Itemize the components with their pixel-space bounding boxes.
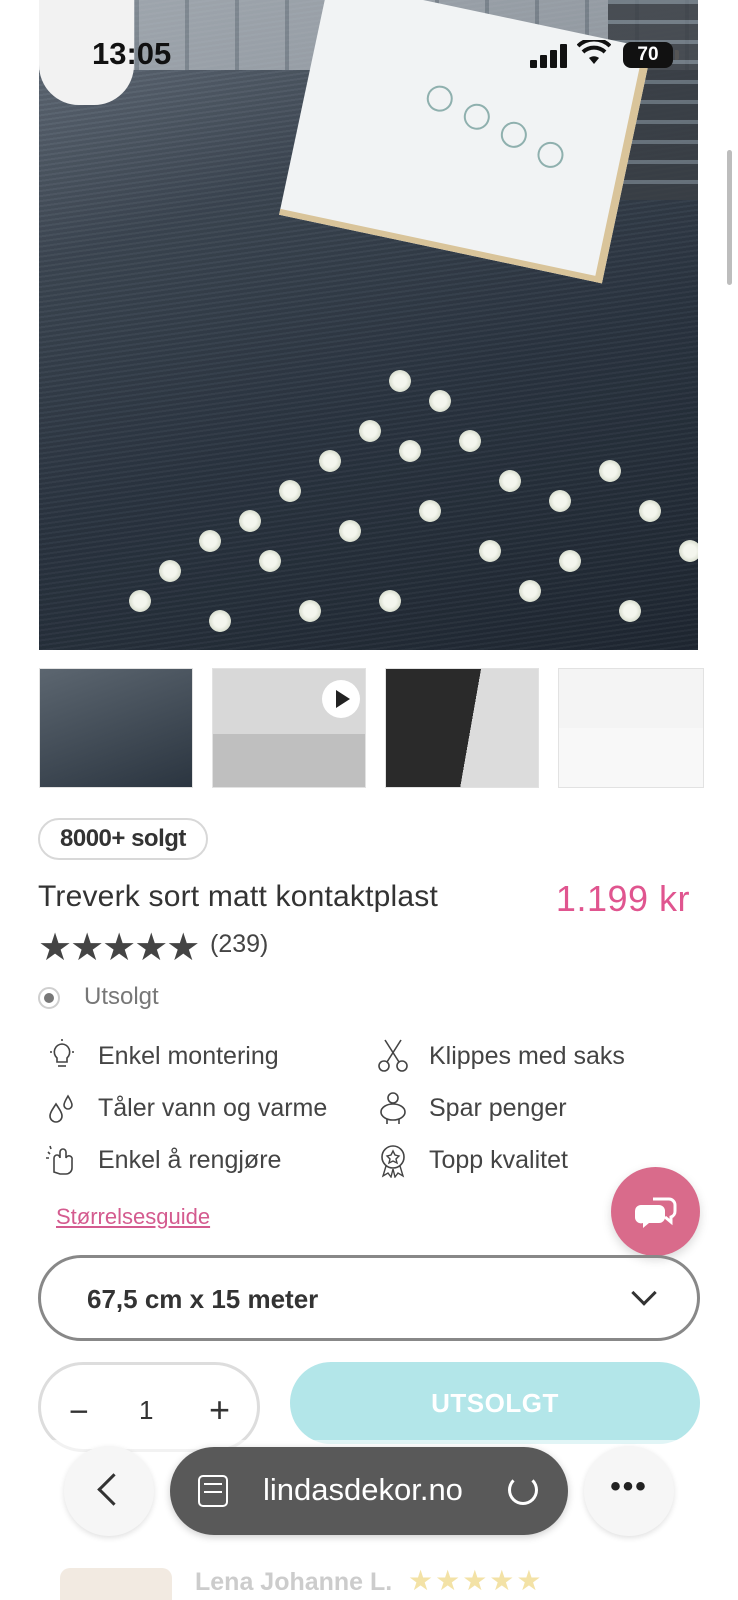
browser-url-bar[interactable]: lindasdekor.no [170, 1447, 568, 1535]
sold-out-button[interactable]: UTSOLGT [290, 1362, 700, 1444]
lightbulb-icon [50, 1039, 74, 1067]
size-guide-link[interactable]: Størrelsesguide [56, 1204, 210, 1230]
status-bar: 13:05 70 [0, 0, 738, 110]
battery-icon: 70 [623, 42, 679, 68]
thumbnail-1[interactable] [39, 668, 193, 788]
thumbnail-4[interactable] [558, 668, 704, 788]
cleaning-hand-icon [46, 1145, 73, 1175]
sold-count-badge: 8000+ solgt [38, 818, 208, 860]
chat-bubbles-icon [634, 1197, 677, 1228]
feature-item: Enkel å rengjøre [44, 1140, 281, 1180]
stock-status: Utsolgt [84, 983, 159, 1010]
status-time: 13:05 [92, 36, 172, 71]
size-select[interactable]: 67,5 cm x 15 meter [38, 1255, 700, 1341]
reviewer-avatar [60, 1568, 172, 1600]
scrollbar[interactable] [727, 150, 732, 285]
browser-back-button[interactable] [64, 1446, 154, 1536]
thumbnail-strip [39, 668, 738, 788]
page-menu-icon[interactable] [198, 1475, 228, 1507]
feature-item: Tåler vann og varme [44, 1088, 327, 1128]
chat-button[interactable] [611, 1167, 700, 1256]
feature-item: Topp kvalitet [375, 1140, 568, 1180]
quality-badge-icon [381, 1145, 405, 1178]
chevron-down-icon [631, 1280, 657, 1306]
feature-label: Topp kvalitet [429, 1145, 568, 1174]
feature-item: Enkel montering [44, 1036, 279, 1076]
size-select-value: 67,5 cm x 15 meter [87, 1284, 319, 1314]
reload-icon[interactable] [508, 1475, 538, 1505]
wifi-icon [577, 40, 611, 64]
more-options-button[interactable]: ••• [584, 1446, 674, 1536]
quantity-stepper: − 1 + [38, 1362, 260, 1452]
stock-status-indicator-icon [38, 987, 60, 1009]
reviewer-rating-stars: ★★★★★ [408, 1565, 544, 1596]
play-icon [322, 680, 360, 718]
feature-label: Klippes med saks [429, 1041, 625, 1070]
thumbnail-2-video[interactable] [212, 668, 366, 788]
cellular-signal-icon [530, 44, 570, 68]
water-drops-icon [49, 1094, 73, 1123]
piggy-bank-icon [380, 1092, 406, 1124]
feature-label: Enkel montering [98, 1041, 279, 1070]
feature-item: Spar penger [375, 1088, 567, 1128]
url-text: lindasdekor.no [263, 1472, 463, 1507]
quantity-value[interactable]: 1 [139, 1395, 153, 1426]
quantity-increase-button[interactable]: + [209, 1389, 230, 1431]
quantity-decrease-button[interactable]: − [69, 1393, 89, 1432]
rating-stars[interactable]: ★★★★★ [38, 925, 200, 970]
product-price: 1.199 kr [555, 878, 690, 919]
feature-label: Tåler vann og varme [98, 1093, 328, 1122]
scissors-icon [378, 1039, 408, 1072]
feature-label: Enkel å rengjøre [98, 1145, 282, 1174]
feature-item: Klippes med saks [375, 1036, 625, 1076]
product-title: Treverk sort matt kontaktplast [38, 880, 439, 913]
review-count[interactable]: (239) [210, 930, 268, 959]
feature-label: Spar penger [429, 1093, 567, 1122]
thumbnail-3[interactable] [385, 668, 539, 788]
reviewer-name: Lena Johanne L. [195, 1568, 393, 1596]
